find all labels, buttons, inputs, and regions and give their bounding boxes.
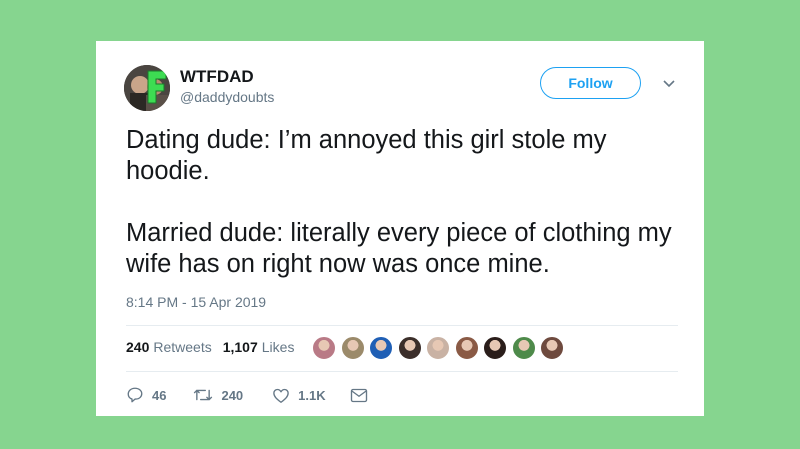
avatar-1-icon[interactable] xyxy=(312,336,336,360)
direct-message-button[interactable] xyxy=(350,388,368,403)
like-count: 1.1K xyxy=(298,387,326,403)
tweet-stats: 240 Retweets 1,107 Likes xyxy=(126,339,305,355)
tweet-text: Dating dude: I’m annoyed this girl stole… xyxy=(126,125,686,280)
divider xyxy=(126,371,678,372)
display-name[interactable]: WTFDAD xyxy=(180,67,254,87)
like-button[interactable]: 1.1K xyxy=(272,387,326,404)
avatar-3-icon[interactable] xyxy=(369,336,393,360)
envelope-icon xyxy=(350,388,367,402)
avatar[interactable] xyxy=(124,65,170,111)
reply-count: 46 xyxy=(152,387,167,403)
divider xyxy=(126,325,678,326)
chevron-down-icon[interactable] xyxy=(662,79,676,89)
retweet-button[interactable]: 240 xyxy=(193,386,243,404)
tweet-actions: 46 240 1.1K xyxy=(126,386,368,404)
retweet-icon xyxy=(194,389,213,401)
likes-stat[interactable]: 1,107 Likes xyxy=(223,339,295,355)
liker-avatars xyxy=(312,336,569,360)
avatar-7-icon[interactable] xyxy=(483,336,507,360)
reply-icon xyxy=(127,387,143,403)
avatar-4-icon[interactable] xyxy=(397,336,422,360)
likes-count: 1,107 xyxy=(222,339,258,355)
retweet-count: 240 xyxy=(221,387,244,403)
avatar-5-icon[interactable] xyxy=(426,336,450,360)
retweets-stat[interactable]: 240 Retweets xyxy=(126,339,212,355)
avatar-6-icon[interactable] xyxy=(454,336,479,360)
tweet-timestamp[interactable]: 8:14 PM - 15 Apr 2019 xyxy=(126,294,266,310)
retweets-count: 240 xyxy=(126,339,150,355)
avatar-8-icon[interactable] xyxy=(511,336,536,360)
tweet-card: WTFDAD @daddydoubts Follow Dating dude: … xyxy=(96,41,704,416)
profile-photo-icon xyxy=(124,65,170,111)
avatar-2-icon[interactable] xyxy=(340,336,365,360)
heart-icon xyxy=(273,388,289,403)
reply-button[interactable]: 46 xyxy=(126,386,166,404)
follow-button[interactable]: Follow xyxy=(540,67,641,99)
likes-label: Likes xyxy=(261,339,295,355)
retweets-label: Retweets xyxy=(153,339,212,355)
user-handle[interactable]: @daddydoubts xyxy=(180,89,274,105)
tweet-paragraph: Dating dude: I’m annoyed this girl stole… xyxy=(126,126,607,185)
tweet-paragraph: Married dude: literally every piece of c… xyxy=(126,219,672,278)
avatar-9-icon[interactable] xyxy=(540,336,564,360)
